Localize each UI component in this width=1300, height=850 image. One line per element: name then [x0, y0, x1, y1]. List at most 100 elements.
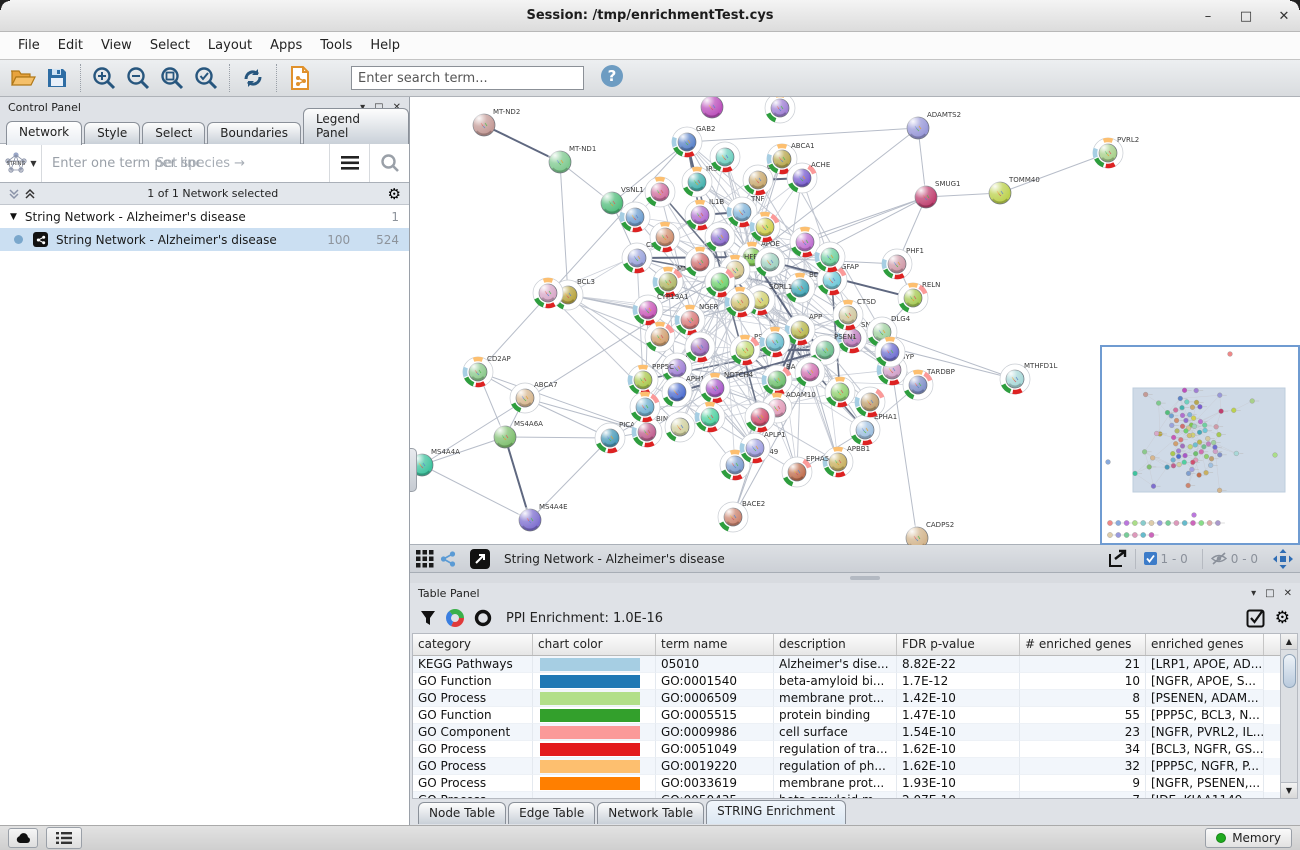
network-node[interactable] — [699, 97, 723, 118]
zoom-selected-button[interactable] — [189, 63, 223, 93]
network-node[interactable]: ACHE — [787, 161, 830, 193]
network-node[interactable] — [855, 387, 885, 417]
open-in-window-icon[interactable] — [470, 549, 490, 569]
maximize-button[interactable]: □ — [1238, 9, 1254, 24]
panel-menu-icon[interactable]: ▾ — [1251, 588, 1256, 599]
network-node[interactable]: EPHA5 — [782, 455, 829, 487]
grid-view-icon[interactable] — [416, 550, 434, 568]
tab-select[interactable]: Select — [142, 122, 205, 144]
scroll-down-arrow[interactable]: ▼ — [1281, 782, 1297, 798]
menu-edit[interactable]: Edit — [50, 35, 91, 56]
column-header[interactable]: description — [774, 634, 897, 655]
tab-string-enrichment[interactable]: STRING Enrichment — [706, 800, 846, 824]
column-header[interactable]: term name — [656, 634, 774, 655]
menu-file[interactable]: File — [10, 35, 48, 56]
species-hint[interactable]: Set species → — [156, 156, 245, 171]
column-header[interactable]: # enriched genes — [1020, 634, 1146, 655]
save-session-button[interactable] — [40, 63, 74, 93]
network-node[interactable]: EPHA1 — [850, 413, 897, 445]
table-row[interactable]: GO FunctionGO:0005515protein binding1.47… — [413, 707, 1280, 724]
string-search-button[interactable] — [369, 144, 409, 182]
tab-legend-panel[interactable]: Legend Panel — [303, 108, 409, 144]
column-header[interactable]: FDR p-value — [897, 634, 1020, 655]
menu-layout[interactable]: Layout — [200, 35, 260, 56]
horizontal-splitter[interactable] — [410, 573, 1300, 583]
filter-icon[interactable] — [420, 610, 436, 626]
network-node[interactable]: APBB1 — [823, 445, 870, 477]
network-node[interactable]: MTHFD1L — [1000, 362, 1057, 394]
tab-style[interactable]: Style — [84, 122, 140, 144]
string-logo[interactable]: STRING ▼ — [0, 144, 42, 182]
menu-help[interactable]: Help — [362, 35, 408, 56]
memory-button[interactable]: Memory — [1205, 828, 1292, 848]
network-node[interactable]: ADAMTS2 — [905, 111, 961, 139]
table-row[interactable]: GO ProcessGO:0051049regulation of tra...… — [413, 741, 1280, 758]
network-node[interactable]: BACE2 — [718, 500, 765, 532]
network-node[interactable] — [815, 242, 845, 272]
network-node[interactable] — [745, 402, 775, 432]
network-node[interactable] — [725, 287, 755, 317]
network-node[interactable] — [825, 377, 855, 407]
tree-expand-icon[interactable]: ▼ — [10, 212, 17, 222]
table-row[interactable]: GO ProcessGO:0033619membrane prot...1.93… — [413, 775, 1280, 792]
share-network-icon[interactable] — [440, 551, 456, 567]
help-button[interactable]: ? — [600, 64, 624, 92]
table-row[interactable]: GO ProcessGO:0019220regulation of ph...1… — [413, 758, 1280, 775]
open-file-button[interactable] — [6, 63, 40, 93]
network-node[interactable]: CADPS2 — [904, 521, 954, 545]
zoom-fit-button[interactable] — [155, 63, 189, 93]
tab-network[interactable]: Network — [6, 121, 82, 145]
scroll-thumb[interactable] — [1283, 654, 1296, 688]
network-node[interactable]: SMUG1 — [913, 180, 960, 208]
export-network-icon[interactable] — [1107, 549, 1129, 569]
network-node[interactable]: PVRL2 — [1093, 136, 1139, 168]
panel-close-icon[interactable]: ✕ — [1284, 588, 1292, 599]
navigator-toggle-icon[interactable] — [1272, 548, 1294, 570]
network-from-file-button[interactable] — [283, 63, 317, 93]
select-columns-icon[interactable] — [1246, 609, 1265, 628]
network-collection-row[interactable]: ▼ String Network - Alzheimer's disease 1 — [0, 205, 409, 228]
tab-boundaries[interactable]: Boundaries — [207, 122, 301, 144]
network-node[interactable] — [695, 402, 725, 432]
search-input[interactable] — [351, 66, 584, 90]
network-node[interactable]: MT-ND1 — [547, 145, 596, 173]
column-header[interactable]: chart color — [533, 634, 656, 655]
network-node[interactable] — [645, 322, 675, 352]
task-history-button[interactable] — [46, 827, 82, 849]
network-node[interactable] — [620, 202, 650, 232]
menu-view[interactable]: View — [93, 35, 140, 56]
network-node[interactable] — [755, 247, 785, 277]
column-header[interactable]: enriched genes — [1146, 634, 1264, 655]
panel-splitter-grip[interactable] — [409, 448, 417, 492]
minimize-button[interactable]: – — [1200, 9, 1216, 24]
table-gear-icon[interactable]: ⚙ — [1275, 608, 1290, 628]
menu-apps[interactable]: Apps — [262, 35, 310, 56]
column-header[interactable]: category — [413, 634, 533, 655]
table-row[interactable]: GO FunctionGO:0001540beta-amyloid bi...1… — [413, 673, 1280, 690]
network-row[interactable]: String Network - Alzheimer's disease 100… — [0, 228, 409, 251]
menu-select[interactable]: Select — [142, 35, 198, 56]
network-node[interactable]: CD2AP — [463, 355, 511, 387]
string-options-button[interactable] — [329, 144, 369, 182]
remove-chart-icon[interactable] — [474, 609, 492, 627]
enrichment-grid[interactable]: categorychart colorterm namedescriptionF… — [413, 634, 1280, 798]
menu-tools[interactable]: Tools — [312, 35, 360, 56]
network-node[interactable] — [710, 142, 740, 172]
network-node[interactable]: MS4A4E — [517, 503, 567, 531]
network-node[interactable] — [650, 222, 680, 252]
network-node[interactable] — [665, 412, 695, 442]
network-node[interactable] — [685, 332, 715, 362]
scroll-up-arrow[interactable]: ▲ — [1281, 634, 1297, 650]
network-panel-gear-icon[interactable]: ⚙ — [388, 185, 401, 203]
tab-edge-table[interactable]: Edge Table — [508, 802, 595, 824]
birdseye-navigator[interactable] — [1100, 345, 1300, 545]
network-node[interactable]: PHF1 — [882, 247, 924, 279]
network-node[interactable]: APLP1 — [740, 431, 786, 463]
welcome-screen-button[interactable] — [8, 828, 38, 848]
tab-node-table[interactable]: Node Table — [418, 802, 506, 824]
close-button[interactable]: ✕ — [1276, 9, 1292, 24]
network-canvas[interactable]: MT-ND2MT-ND1VSNL1ADAMTS2PVRL2TOMM40SMUG1… — [410, 97, 1300, 545]
network-node[interactable]: TARDBP — [903, 368, 955, 400]
network-node[interactable] — [645, 177, 675, 207]
network-node[interactable] — [795, 357, 825, 387]
